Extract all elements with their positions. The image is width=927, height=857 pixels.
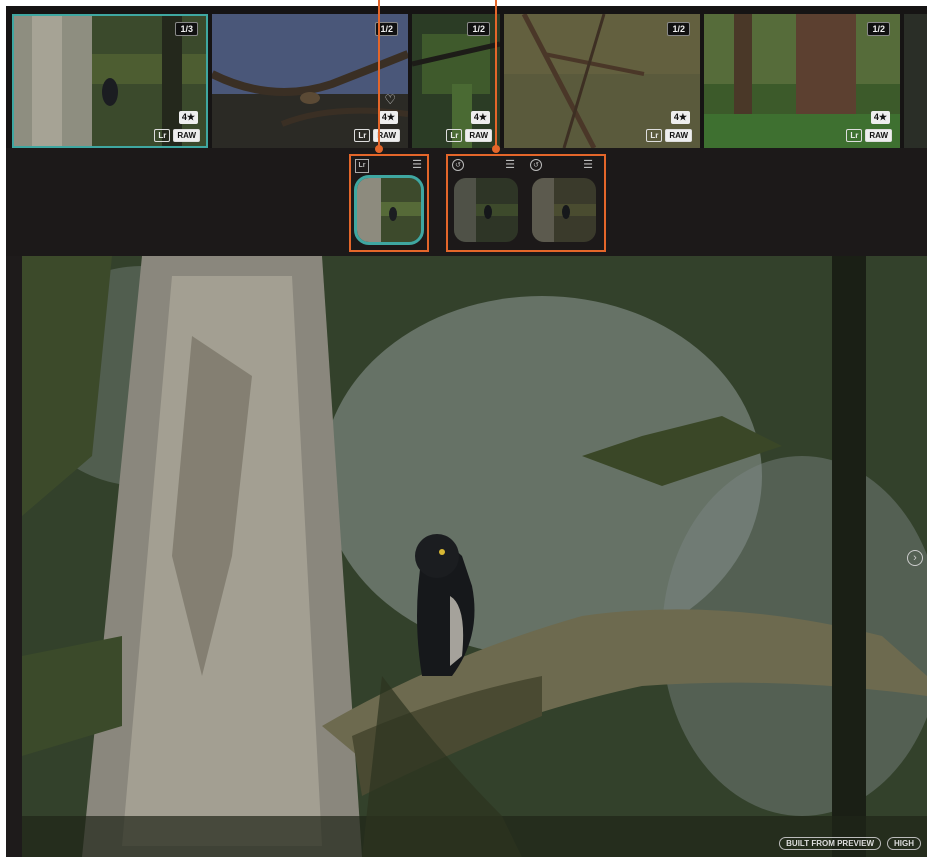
photo-browser-window: 1/3 4★ Lr RAW 1/2 ♡ 4★ Lr RAW 1/2 4★ Lr … (6, 6, 927, 857)
variant-row: Lr ☰ ↺ ☰ ↺ ☰ (6, 148, 927, 256)
variant-thumbnail-edit[interactable] (454, 178, 518, 242)
menu-icon[interactable]: ☰ (504, 159, 516, 171)
edited-variants-group: ↺ ☰ ↺ ☰ (446, 154, 606, 252)
built-from-preview-badge: BUILT FROM PREVIEW (779, 837, 881, 850)
menu-icon[interactable]: ☰ (411, 159, 423, 171)
rating-badge: 4★ (670, 111, 690, 124)
quality-badge: HIGH (887, 837, 921, 850)
filmstrip-thumbnail[interactable]: 1/2 4★ Lr RAW (504, 14, 700, 148)
filmstrip: 1/3 4★ Lr RAW 1/2 ♡ 4★ Lr RAW 1/2 4★ Lr … (6, 6, 927, 148)
raw-badge: RAW (173, 129, 200, 142)
rating-badge: 4★ (870, 111, 890, 124)
thumbnail-image (904, 14, 927, 148)
variant-thumbnail-original[interactable] (354, 175, 424, 245)
stack-count-badge: 1/3 (175, 22, 198, 36)
filmstrip-thumbnail[interactable]: 1/3 4★ Lr RAW (12, 14, 208, 148)
stack-count-badge: 1/2 (667, 22, 690, 36)
original-variant-group: Lr ☰ (349, 154, 429, 252)
raw-badge: RAW (465, 129, 492, 142)
menu-icon[interactable]: ☰ (582, 159, 594, 171)
variant-thumbnail-edit[interactable] (532, 178, 596, 242)
stack-count-badge: 1/2 (467, 22, 490, 36)
rating-badge: 4★ (470, 111, 490, 124)
rating-badge: 4★ (378, 111, 398, 124)
raw-badge: RAW (865, 129, 892, 142)
heart-icon[interactable]: ♡ (384, 92, 396, 108)
lightroom-badge: Lr (846, 129, 863, 142)
next-arrow-icon[interactable]: › (907, 550, 923, 566)
filmstrip-thumbnail[interactable] (904, 14, 927, 148)
variant-image (532, 178, 596, 242)
raw-badge: RAW (665, 129, 692, 142)
rating-badge: 4★ (178, 111, 198, 124)
callout-dot (492, 145, 500, 153)
callout-line (495, 0, 497, 148)
history-icon: ↺ (530, 159, 542, 171)
filmstrip-thumbnail[interactable]: 1/2 4★ Lr RAW (704, 14, 900, 148)
callout-line (378, 0, 380, 148)
lightroom-icon: Lr (355, 159, 369, 173)
main-photo-preview[interactable] (22, 256, 927, 857)
callout-dot (375, 145, 383, 153)
history-icon: ↺ (452, 159, 464, 171)
variant-image (357, 178, 421, 242)
lightroom-badge: Lr (354, 129, 371, 142)
lightroom-badge: Lr (646, 129, 663, 142)
lightroom-badge: Lr (154, 129, 171, 142)
variant-image (454, 178, 518, 242)
filmstrip-thumbnail[interactable]: 1/2 4★ Lr RAW (412, 14, 500, 148)
preview-status: BUILT FROM PREVIEW HIGH (779, 837, 921, 850)
bird-in-forest-photo (22, 256, 927, 857)
stack-count-badge: 1/2 (867, 22, 890, 36)
lightroom-badge: Lr (446, 129, 463, 142)
